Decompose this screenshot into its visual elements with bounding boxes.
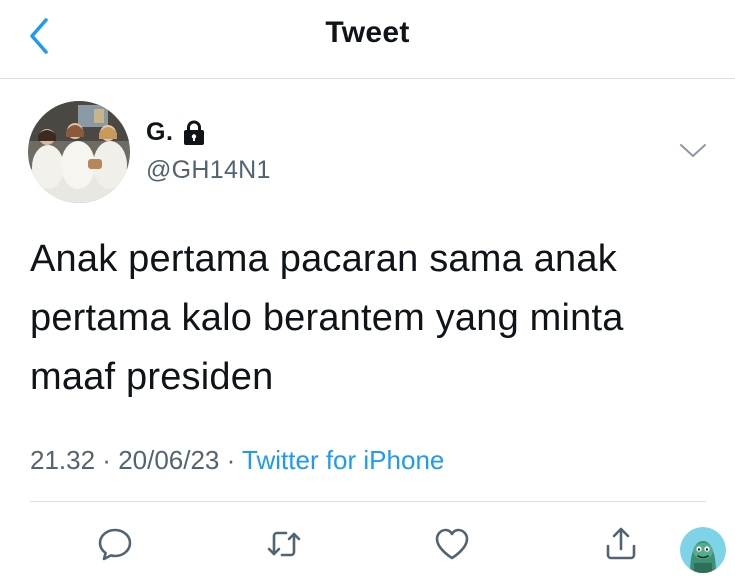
author-name-row[interactable]: G. bbox=[146, 118, 206, 147]
retweet-button[interactable] bbox=[264, 524, 304, 564]
handle[interactable]: @GH14N1 bbox=[146, 156, 271, 185]
avatar[interactable] bbox=[28, 101, 130, 203]
tweet-time: 21.32 bbox=[30, 445, 96, 475]
tweet-meta: 21.32 · 20/06/23 · Twitter for iPhone bbox=[30, 445, 444, 476]
nav-bar: Tweet bbox=[0, 0, 735, 79]
retweet-icon bbox=[267, 531, 301, 557]
reply-icon bbox=[98, 528, 132, 561]
like-button[interactable] bbox=[432, 524, 472, 564]
meta-separator: · bbox=[95, 445, 119, 475]
more-options-button[interactable] bbox=[677, 140, 709, 162]
cartoon-avatar-icon bbox=[680, 527, 726, 573]
tweet-source-link[interactable]: Twitter for iPhone bbox=[242, 445, 444, 475]
tweet-text: Anak pertama pacaran sama anak pertama k… bbox=[30, 238, 624, 398]
share-icon bbox=[606, 527, 636, 560]
lock-icon bbox=[182, 120, 206, 146]
share-button[interactable] bbox=[601, 524, 641, 564]
tweet-date: 20/06/23 bbox=[118, 445, 220, 475]
page-title: Tweet bbox=[325, 16, 410, 49]
account-switcher-avatar[interactable] bbox=[680, 527, 726, 573]
avatar-photo bbox=[28, 101, 130, 203]
meta-separator: · bbox=[219, 445, 243, 475]
chevron-down-icon bbox=[680, 144, 706, 157]
like-icon bbox=[435, 528, 469, 560]
display-name: G. bbox=[146, 118, 174, 146]
divider bbox=[30, 501, 706, 502]
reply-button[interactable] bbox=[95, 524, 135, 564]
